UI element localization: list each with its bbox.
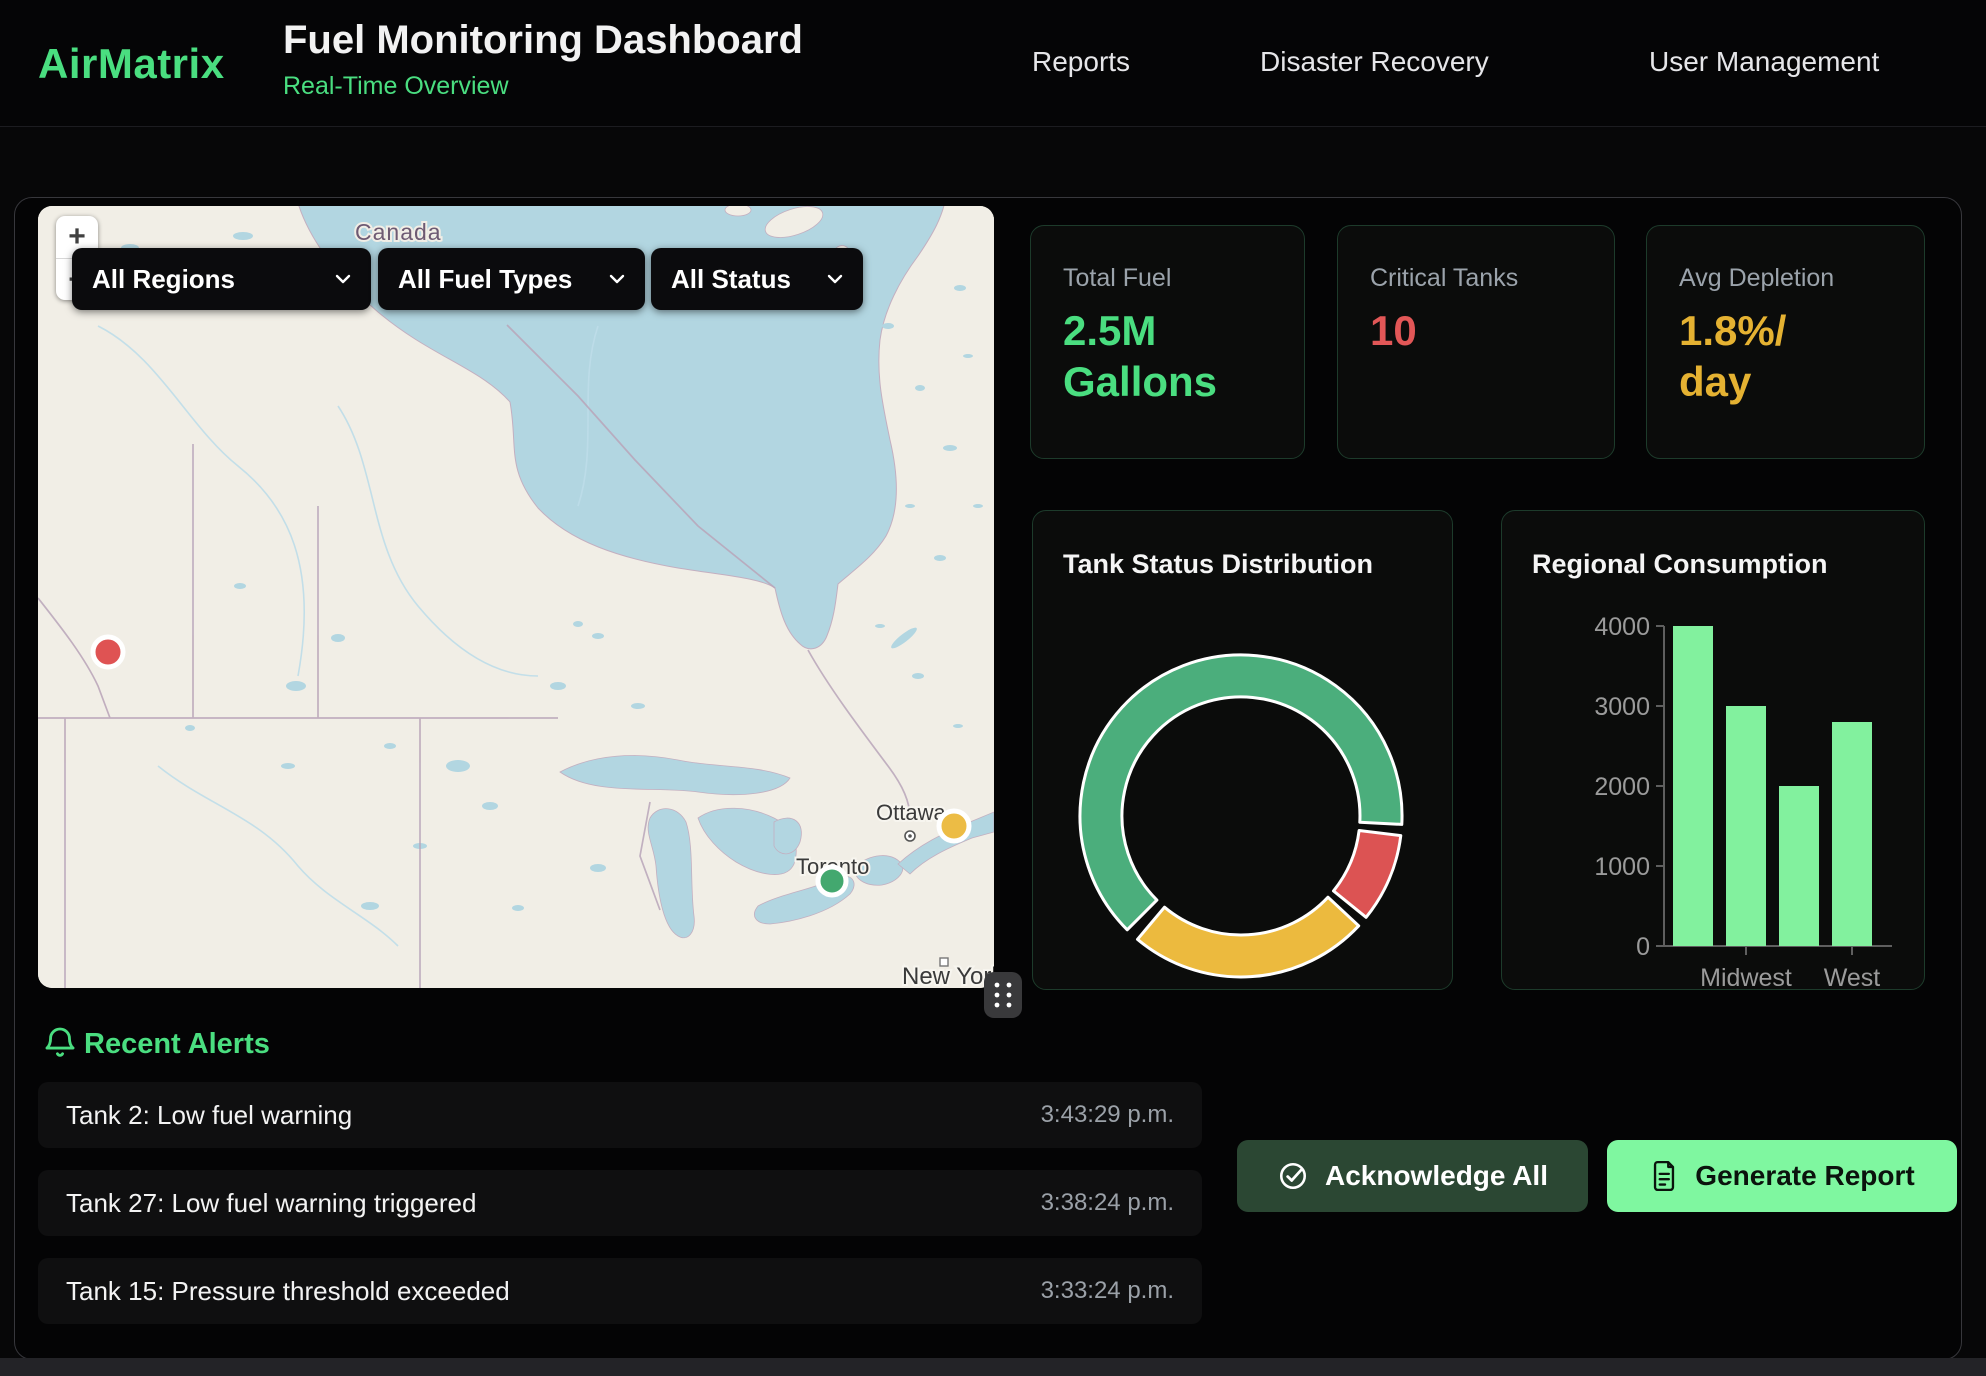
stat-label: Total Fuel (1063, 264, 1272, 293)
acknowledge-all-button[interactable]: Acknowledge All (1237, 1140, 1588, 1212)
filter-status[interactable]: All Status (651, 248, 863, 310)
map-label-canada: Canada (355, 219, 442, 245)
map[interactable]: Canada Ottawa Toronto New York (38, 206, 994, 988)
stat-label: Critical Tanks (1370, 264, 1582, 293)
tank-marker-normal[interactable] (818, 867, 846, 895)
drag-handle[interactable] (984, 972, 1022, 1018)
stat-value: 1.8%/ day (1679, 305, 1892, 407)
alert-time: 3:38:24 p.m. (1041, 1189, 1174, 1217)
page-title: Fuel Monitoring Dashboard (283, 18, 803, 63)
nav-disaster-recovery[interactable]: Disaster Recovery (1260, 46, 1489, 78)
page-subtitle: Real-Time Overview (283, 72, 509, 101)
map-label-new-york: New York (902, 963, 994, 988)
tank-status-donut-chart (1033, 511, 1454, 991)
stat-card-critical-tanks: Critical Tanks 10 (1337, 225, 1615, 459)
acknowledge-all-label: Acknowledge All (1325, 1160, 1548, 1192)
filter-fuel-types[interactable]: All Fuel Types (378, 248, 645, 310)
ottawa-city-dot-inner (908, 834, 912, 838)
bell-icon (42, 1024, 78, 1064)
y-tick-label: 4000 (1594, 613, 1650, 641)
filter-regions[interactable]: All Regions (72, 248, 371, 310)
bar-region-2[interactable] (1779, 786, 1819, 946)
alert-text: Tank 15: Pressure threshold exceeded (66, 1276, 510, 1307)
file-report-icon (1649, 1160, 1679, 1192)
chevron-down-icon (827, 274, 843, 284)
check-circle-icon (1277, 1160, 1309, 1192)
generate-report-label: Generate Report (1695, 1160, 1914, 1192)
bar-region-1[interactable] (1726, 706, 1766, 946)
alert-time: 3:33:24 p.m. (1041, 1277, 1174, 1305)
stat-card-avg-depletion: Avg Depletion 1.8%/ day (1646, 225, 1925, 459)
nav-reports[interactable]: Reports (1032, 46, 1130, 78)
tank-marker-critical[interactable] (93, 637, 123, 667)
stat-value: 2.5M Gallons (1063, 305, 1272, 407)
alert-row[interactable]: Tank 15: Pressure threshold exceeded 3:3… (38, 1258, 1202, 1324)
bottom-strip (0, 1358, 1986, 1376)
chevron-down-icon (609, 274, 625, 284)
y-tick-label: 0 (1636, 933, 1650, 961)
bar-region-3[interactable] (1832, 722, 1872, 946)
alert-row[interactable]: Tank 2: Low fuel warning 3:43:29 p.m. (38, 1082, 1202, 1148)
chevron-down-icon (335, 274, 351, 284)
stat-value: 10 (1370, 305, 1582, 356)
grip-dots-icon (984, 972, 1022, 1018)
nav-user-management[interactable]: User Management (1649, 46, 1879, 78)
x-tick-label: West (1824, 964, 1881, 991)
app-logo[interactable]: AirMatrix (38, 40, 225, 88)
donut-slice-critical[interactable] (1334, 831, 1401, 918)
stat-label: Avg Depletion (1679, 264, 1892, 293)
map-label-ottawa: Ottawa (876, 800, 946, 825)
filter-status-label: All Status (671, 264, 791, 295)
y-tick-label: 3000 (1594, 693, 1650, 721)
regional-consumption-bar-chart: 0 1000 2000 3000 4000 Midwest West (1502, 511, 1926, 991)
alerts-section-title: Recent Alerts (84, 1028, 270, 1061)
filter-regions-label: All Regions (92, 264, 235, 295)
y-tick-label: 2000 (1594, 773, 1650, 801)
alert-text: Tank 27: Low fuel warning triggered (66, 1188, 476, 1219)
x-tick-label: Midwest (1700, 964, 1792, 991)
alert-row[interactable]: Tank 27: Low fuel warning triggered 3:38… (38, 1170, 1202, 1236)
y-tick-label: 1000 (1594, 853, 1650, 881)
donut-slice-warning[interactable] (1138, 897, 1359, 977)
alert-text: Tank 2: Low fuel warning (66, 1100, 352, 1131)
bar-region-0[interactable] (1673, 626, 1713, 946)
alert-time: 3:43:29 p.m. (1041, 1101, 1174, 1129)
generate-report-button[interactable]: Generate Report (1607, 1140, 1957, 1212)
map-canvas: Canada Ottawa Toronto New York (38, 206, 994, 988)
filter-fuel-types-label: All Fuel Types (398, 264, 572, 295)
bar-chart-card: Regional Consumption 01000200030004000Mi… (1501, 510, 1925, 990)
stat-card-total-fuel: Total Fuel 2.5M Gallons (1030, 225, 1305, 459)
tank-marker-warning[interactable] (939, 811, 969, 841)
donut-chart-card: Tank Status Distribution (1032, 510, 1453, 990)
